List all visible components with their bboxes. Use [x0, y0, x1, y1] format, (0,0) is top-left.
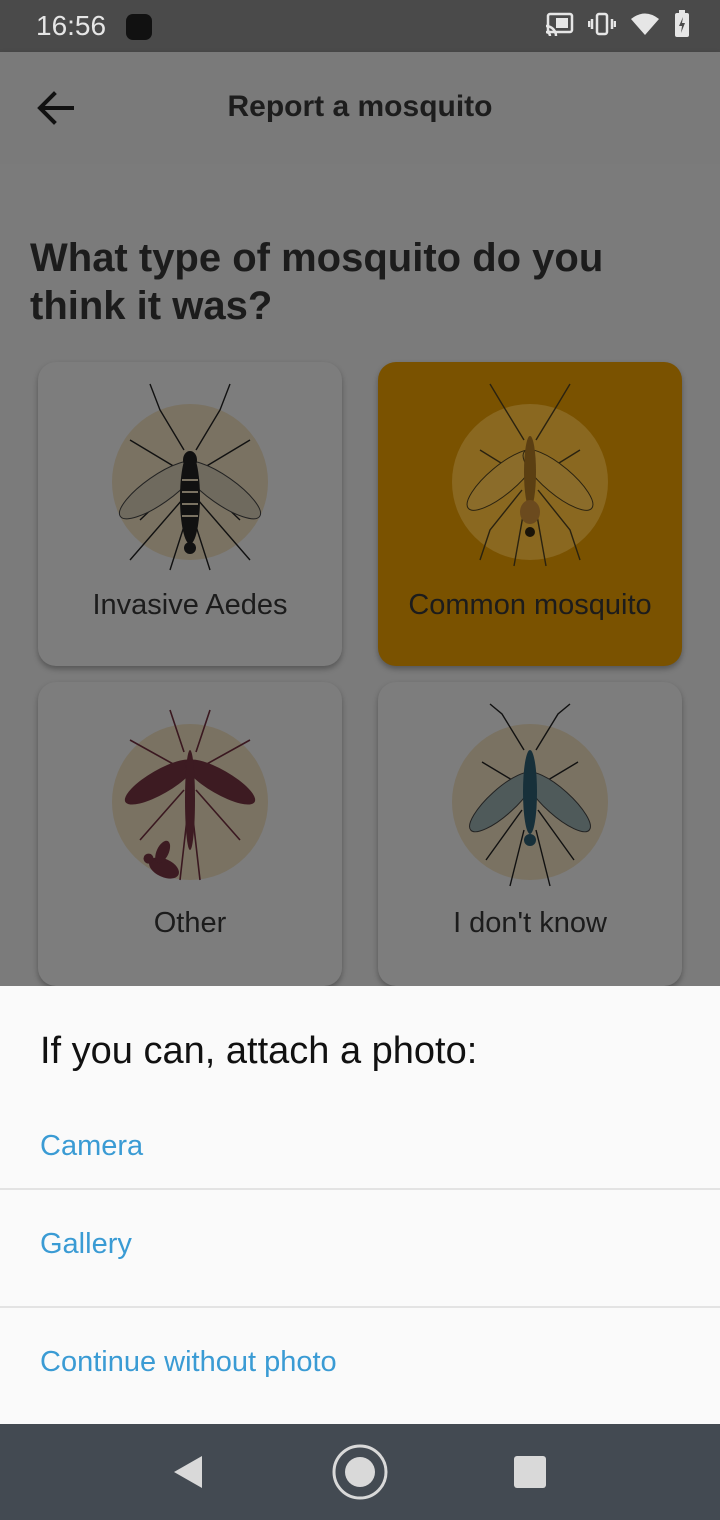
gallery-option-label: Gallery [40, 1228, 132, 1260]
option-card-other[interactable]: Other [38, 682, 342, 986]
status-bar: 16:56 [0, 0, 720, 52]
continue-without-photo-option[interactable]: Continue without photo [0, 1308, 720, 1425]
status-time: 16:56 [36, 10, 107, 41]
cast-icon [545, 12, 574, 36]
notification-dot-icon [126, 14, 152, 40]
wifi-icon [631, 13, 659, 35]
gallery-option[interactable]: Gallery [0, 1190, 720, 1307]
unknown-mosquito-icon [469, 703, 591, 887]
system-nav-bar [0, 1424, 720, 1520]
main-content: What type of mosquito do you think it wa… [0, 164, 720, 986]
option-card-invasive-aedes[interactable]: Invasive Aedes [38, 362, 342, 666]
option-card-unknown[interactable]: I don't know [378, 682, 682, 986]
attach-photo-sheet: If you can, attach a photo: Camera Galle… [0, 986, 720, 1424]
continue-without-photo-label: Continue without photo [40, 1346, 337, 1378]
option-label: I don't know [453, 907, 607, 939]
nav-back-icon[interactable] [170, 1454, 204, 1490]
status-icons [544, 10, 690, 38]
question-heading: What type of mosquito do you think it wa… [30, 236, 604, 328]
sheet-heading: If you can, attach a photo: [40, 1030, 478, 1072]
option-label: Invasive Aedes [92, 589, 288, 621]
option-label: Common mosquito [408, 589, 652, 621]
aedes-mosquito-icon [118, 383, 262, 571]
camera-option-label: Camera [40, 1130, 144, 1162]
nav-home-icon[interactable] [330, 1442, 390, 1502]
page-title: Report a mosquito [227, 90, 493, 123]
nav-recents-icon[interactable] [514, 1456, 546, 1488]
app-bar: Report a mosquito [0, 52, 720, 164]
other-insect-icon [124, 709, 256, 881]
option-label: Other [153, 907, 227, 939]
common-mosquito-icon [466, 383, 594, 567]
option-card-common-mosquito[interactable]: Common mosquito [378, 362, 682, 666]
vibrate-icon [588, 12, 616, 36]
battery-icon [675, 10, 689, 37]
